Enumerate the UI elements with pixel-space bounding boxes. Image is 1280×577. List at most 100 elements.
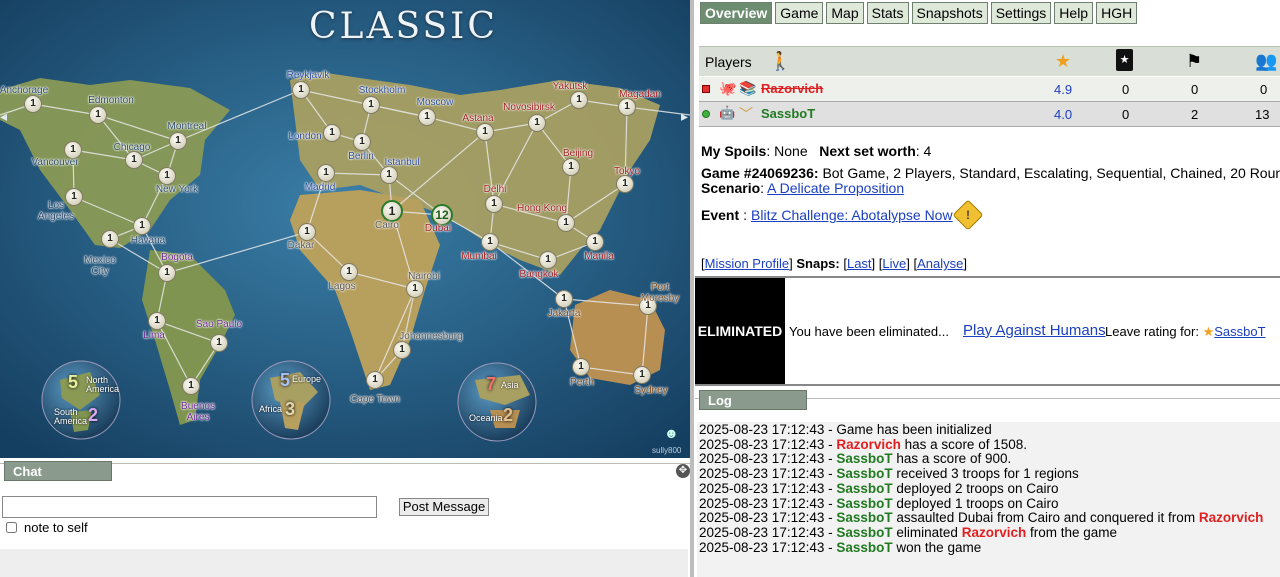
- territory-buenos-aires-label[interactable]: Buenos Aires: [173, 401, 223, 423]
- territory-mexico-city-label[interactable]: Mexico City: [75, 255, 125, 277]
- territory-mumbai-label[interactable]: Mumbai: [461, 251, 497, 262]
- territory-moscow-label[interactable]: Moscow: [417, 97, 454, 108]
- territory-mexico-city-troops[interactable]: 1: [101, 230, 119, 248]
- territory-london-troops[interactable]: 1: [323, 124, 341, 142]
- territory-havana-troops[interactable]: 1: [133, 217, 151, 235]
- territory-madrid-troops[interactable]: 1: [317, 164, 335, 182]
- territory-istanbul-label[interactable]: Istanbul: [384, 157, 419, 168]
- territory-sydney-troops[interactable]: 1: [633, 366, 651, 384]
- territory-jakarta-troops[interactable]: 1: [555, 290, 573, 308]
- territory-jakarta-label[interactable]: Jakarta: [548, 308, 581, 319]
- territory-hong-kong-troops[interactable]: 1: [557, 214, 575, 232]
- territory-stockholm-label[interactable]: Stockholm: [359, 85, 406, 96]
- territory-berlin-troops[interactable]: 1: [353, 133, 371, 151]
- territory-havana-label[interactable]: Havana: [131, 235, 165, 246]
- player-row[interactable]: 🤖 ﹀ SassboT 4.0 0 2 13: [699, 102, 1280, 127]
- territory-astana-troops[interactable]: 1: [476, 123, 494, 141]
- tab-hgh[interactable]: HGH: [1096, 2, 1138, 24]
- tab-snapshots[interactable]: Snapshots: [911, 2, 988, 24]
- territory-mumbai-troops[interactable]: 1: [481, 233, 499, 251]
- territory-yakutsk-label[interactable]: Yakutsk: [553, 81, 588, 92]
- territory-london-label[interactable]: London: [288, 131, 321, 142]
- territory-magadan-troops[interactable]: 1: [618, 98, 636, 116]
- territory-hong-kong-label[interactable]: Hong Kong: [517, 203, 567, 214]
- player-name[interactable]: Razorvich: [761, 81, 823, 96]
- chat-tab[interactable]: Chat: [4, 461, 112, 481]
- territory-yakutsk-troops[interactable]: 1: [570, 91, 588, 109]
- chat-input[interactable]: [2, 496, 377, 518]
- territory-madrid-label[interactable]: Madrid: [305, 182, 336, 193]
- territory-cairo-label[interactable]: Cairo: [375, 220, 399, 231]
- snap-last-link[interactable]: Last: [847, 256, 872, 271]
- territory-perth-troops[interactable]: 1: [572, 358, 590, 376]
- territory-anchorage-troops[interactable]: 1: [24, 95, 42, 113]
- territory-reykjavik-label[interactable]: Reykjavik: [287, 70, 330, 81]
- territory-berlin-label[interactable]: Berlin: [348, 151, 374, 162]
- tab-help[interactable]: Help: [1054, 2, 1094, 24]
- territory-novosibirsk-troops[interactable]: 1: [528, 114, 546, 132]
- territory-bangkok-troops[interactable]: 1: [539, 251, 557, 269]
- territory-anchorage-label[interactable]: Anchorage: [0, 85, 48, 96]
- territory-lagos-label[interactable]: Lagos: [328, 281, 355, 292]
- log-tab[interactable]: Log: [699, 390, 807, 410]
- territory-los-angeles-label[interactable]: Los Angeles: [31, 200, 81, 222]
- event-link[interactable]: Blitz Challenge: Abotalypse Now: [751, 207, 953, 223]
- tab-map[interactable]: Map: [826, 2, 864, 24]
- territory-nairobi-label[interactable]: Nairobi: [408, 271, 440, 282]
- resize-icon[interactable]: ✥: [676, 464, 690, 478]
- territory-buenos-aires-troops[interactable]: 1: [182, 377, 200, 395]
- territory-sao-paulo-label[interactable]: Sao Paulo: [196, 319, 242, 330]
- territory-cairo-troops[interactable]: 1: [381, 200, 403, 222]
- post-message-button[interactable]: Post Message: [399, 498, 489, 516]
- territory-istanbul-troops[interactable]: 1: [380, 166, 398, 184]
- territory-lagos-troops[interactable]: 1: [340, 263, 358, 281]
- territory-vancouver-label[interactable]: Vancouver: [31, 157, 78, 168]
- tab-stats[interactable]: Stats: [866, 2, 909, 24]
- territory-bogota-label[interactable]: Bogota: [161, 252, 193, 263]
- territory-chicago-label[interactable]: Chicago: [114, 142, 151, 153]
- territory-edmonton-label[interactable]: Edmonton: [88, 95, 134, 106]
- territory-bangkok-label[interactable]: Bangkok: [520, 269, 559, 280]
- snap-live-link[interactable]: Live: [882, 256, 906, 271]
- territory-bogota-troops[interactable]: 1: [158, 264, 176, 282]
- territory-montreal-label[interactable]: Montreal: [168, 121, 207, 132]
- territory-edmonton-troops[interactable]: 1: [89, 106, 107, 124]
- snap-analyse-link[interactable]: Analyse: [917, 256, 963, 271]
- territory-dakar-troops[interactable]: 1: [298, 223, 316, 241]
- tab-overview[interactable]: Overview: [700, 2, 773, 24]
- territory-chicago-troops[interactable]: 1: [125, 151, 143, 169]
- territory-johannesburg-troops[interactable]: 1: [393, 341, 411, 359]
- tab-game[interactable]: Game: [775, 2, 824, 24]
- territory-manila-troops[interactable]: 1: [586, 233, 604, 251]
- territory-sydney-label[interactable]: Sydney: [634, 385, 667, 396]
- panel-splitter[interactable]: [690, 0, 694, 577]
- territory-dakar-label[interactable]: Dakar: [288, 240, 315, 251]
- territory-magadan-label[interactable]: Magadan: [619, 89, 661, 100]
- scenario-link[interactable]: A Delicate Proposition: [767, 180, 904, 196]
- tab-settings[interactable]: Settings: [990, 2, 1052, 24]
- territory-reykjavik-troops[interactable]: 1: [292, 81, 310, 99]
- territory-sao-paulo-troops[interactable]: 1: [210, 334, 228, 352]
- rating-target-link[interactable]: SassboT: [1214, 324, 1265, 339]
- territory-nairobi-troops[interactable]: 1: [406, 280, 424, 298]
- territory-new-york-label[interactable]: New York: [156, 184, 198, 195]
- territory-cape-town-troops[interactable]: 1: [366, 371, 384, 389]
- territory-beijing-troops[interactable]: 1: [562, 158, 580, 176]
- territory-astana-label[interactable]: Astana: [462, 113, 493, 124]
- note-to-self-checkbox[interactable]: [6, 522, 17, 533]
- territory-dubai-label[interactable]: Dubai: [425, 223, 451, 234]
- play-against-humans-link[interactable]: Play Against Humans: [963, 322, 1106, 339]
- territory-tokyo-troops[interactable]: 1: [616, 175, 634, 193]
- note-to-self-option[interactable]: note to self: [6, 520, 88, 535]
- mission-profile-link[interactable]: Mission Profile: [705, 256, 790, 271]
- territory-new-york-troops[interactable]: 1: [158, 167, 176, 185]
- territory-perth-label[interactable]: Perth: [570, 377, 594, 388]
- territory-montreal-troops[interactable]: 1: [169, 132, 187, 150]
- territory-tokyo-label[interactable]: Tokyo: [614, 166, 640, 177]
- territory-beijing-label[interactable]: Beijing: [563, 148, 593, 159]
- territory-delhi-troops[interactable]: 1: [485, 195, 503, 213]
- territory-lima-label[interactable]: Lima: [143, 330, 165, 341]
- player-name[interactable]: SassboT: [761, 106, 815, 121]
- territory-moscow-troops[interactable]: 1: [418, 108, 436, 126]
- player-row[interactable]: 🐙 📚 Razorvich 4.9 0 0 0: [699, 77, 1280, 102]
